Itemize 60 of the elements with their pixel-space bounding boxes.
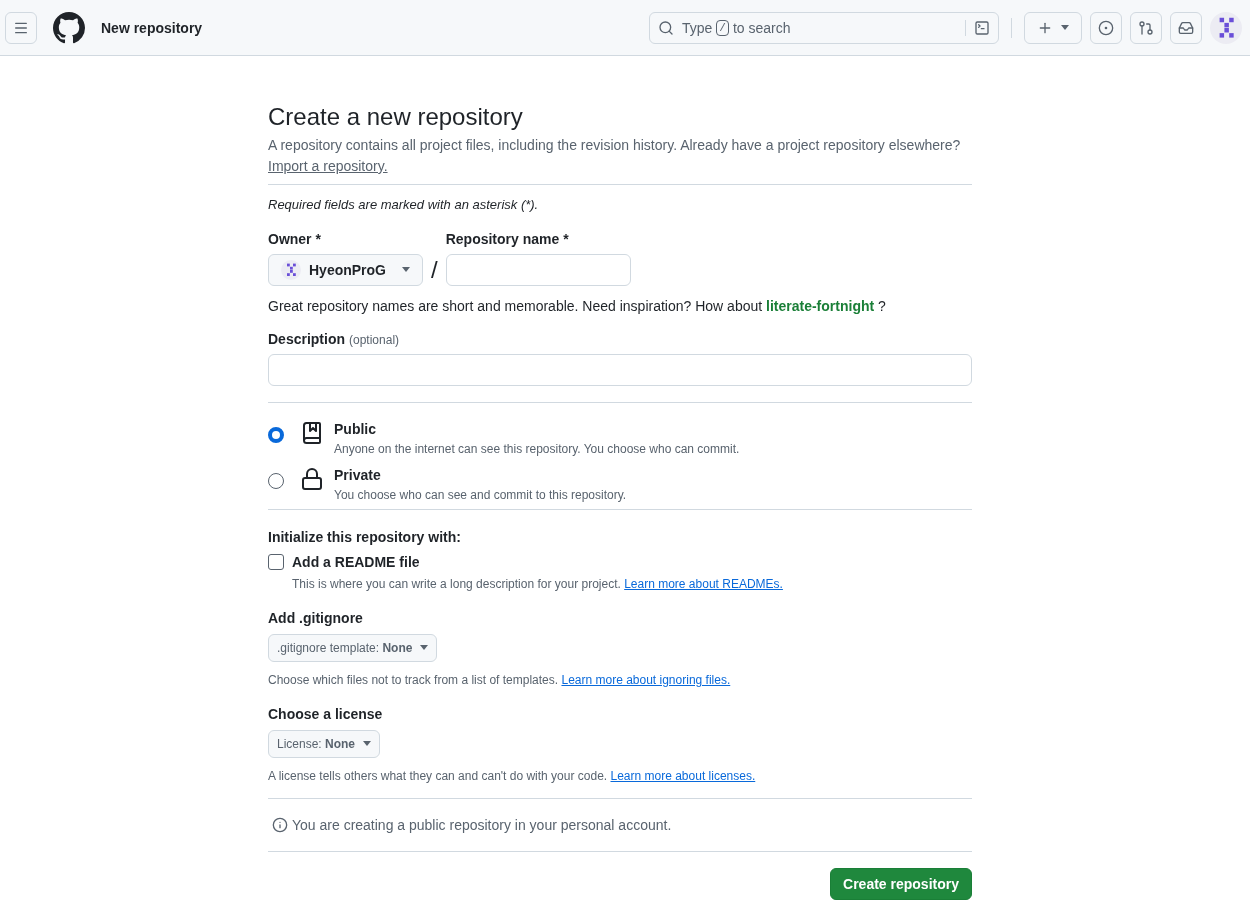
terminal-icon[interactable] bbox=[974, 19, 990, 36]
search-placeholder: Type bbox=[682, 18, 713, 38]
optional-hint: (optional) bbox=[349, 331, 400, 348]
visibility-description: Anyone on the internet can see this repository. You choose who can commit. bbox=[334, 440, 740, 457]
owner-avatar-icon bbox=[281, 259, 301, 280]
repository-name-input[interactable] bbox=[445, 253, 631, 286]
section-heading: Initialize this repository with: bbox=[268, 527, 462, 547]
visibility-label: Public bbox=[334, 419, 377, 439]
owner-dropdown[interactable]: HyeonProG bbox=[268, 253, 423, 286]
required-note: Required fields are marked with an asterisk (*). bbox=[268, 196, 540, 214]
caret-icon bbox=[402, 267, 410, 273]
form-heading: Create a new repository bbox=[268, 102, 524, 132]
caret-icon bbox=[363, 741, 372, 747]
issues-button[interactable] bbox=[1090, 11, 1122, 44]
create-repository-button[interactable]: Create repository bbox=[830, 867, 972, 900]
name-suggestion-text: Great repository names are short and memorable. Need inspiration? How about literate-fortnight ? bbox=[268, 296, 887, 316]
help-link[interactable]: Learn more about READMEs. bbox=[624, 576, 783, 591]
field-label: Owner * bbox=[268, 229, 322, 249]
help-link[interactable]: Learn more about licenses. bbox=[610, 768, 756, 783]
shortcut-key: / bbox=[716, 19, 729, 36]
visibility-radio[interactable] bbox=[268, 472, 284, 489]
import-link[interactable]: Import a repository. bbox=[268, 158, 388, 174]
menu-button[interactable] bbox=[5, 11, 37, 44]
license-help-text: A license tells others what they can and can't do with your code. Learn more about licenses. bbox=[268, 767, 757, 784]
search-icon bbox=[658, 19, 674, 36]
avatar-icon bbox=[1210, 11, 1242, 44]
readme-checkbox[interactable] bbox=[268, 553, 284, 570]
visibility-notice: You are creating a public repository in your personal account. bbox=[292, 815, 672, 835]
visibility-label: Private bbox=[334, 465, 382, 485]
readme-help-text: This is where you can write a long description for your project. Learn more about READMEs. bbox=[292, 575, 784, 592]
description-input[interactable] bbox=[268, 353, 972, 386]
lock-icon bbox=[300, 466, 324, 491]
create-new-button[interactable] bbox=[1024, 11, 1082, 44]
repository-icon bbox=[300, 420, 324, 445]
checkbox-label: Add a README file bbox=[292, 552, 420, 572]
help-link[interactable]: Learn more about ignoring files. bbox=[561, 672, 731, 687]
path-separator: / bbox=[431, 254, 438, 285]
gitignore-dropdown[interactable]: .gitignore template: None bbox=[268, 633, 438, 662]
issue-icon bbox=[1098, 19, 1114, 36]
field-label: Description bbox=[268, 329, 345, 349]
section-heading: Add .gitignore bbox=[268, 608, 364, 628]
search-field[interactable]: Type / to search bbox=[649, 11, 999, 44]
visibility-description: You choose who can see and commit to this repository. bbox=[334, 486, 627, 503]
inbox-button[interactable] bbox=[1170, 11, 1202, 44]
pull-requests-button[interactable] bbox=[1130, 11, 1162, 44]
caret-icon bbox=[420, 645, 429, 651]
logo-icon bbox=[53, 11, 85, 44]
visibility-radio[interactable] bbox=[268, 426, 284, 443]
caret-icon bbox=[1061, 25, 1069, 30]
section-heading: Choose a license bbox=[268, 704, 384, 724]
license-dropdown[interactable]: License: None bbox=[268, 729, 381, 758]
search-placeholder: to search bbox=[732, 18, 791, 38]
info-icon bbox=[272, 816, 288, 833]
suggested-name-link[interactable]: literate-fortnight bbox=[766, 297, 875, 314]
field-label: Repository name * bbox=[445, 229, 570, 249]
page-title: New repository bbox=[101, 18, 203, 38]
pull-request-icon bbox=[1138, 19, 1154, 36]
inbox-icon bbox=[1178, 19, 1194, 36]
intro-text: A repository contains all project files, including the revision history. Already have a project repository elsewhere? bbox=[268, 136, 962, 155]
gitignore-help-text: Choose which files not to track from a list of templates. Learn more about ignoring files. bbox=[268, 671, 732, 688]
